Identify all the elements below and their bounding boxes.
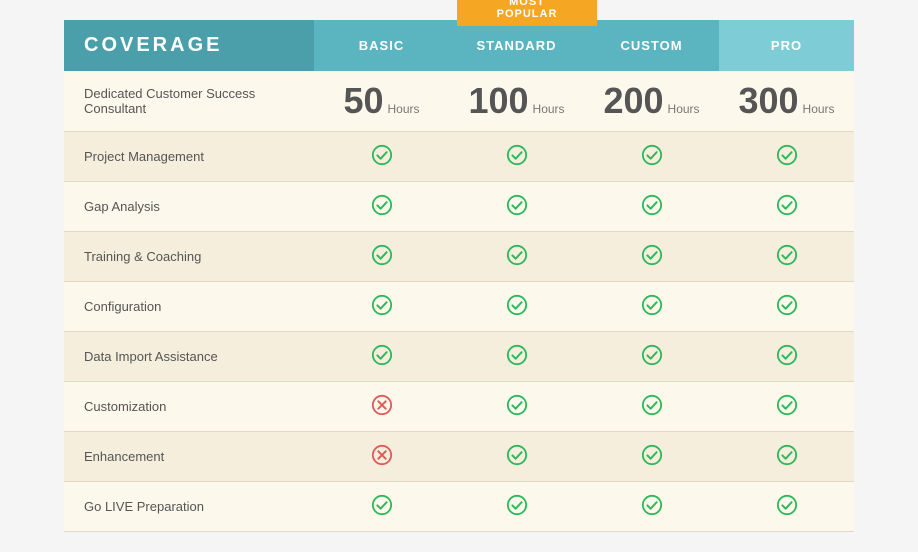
row-7-standard bbox=[449, 482, 584, 532]
table-row: Training & Coaching bbox=[64, 232, 854, 282]
pro-hours-num: 300 bbox=[738, 83, 798, 119]
custom-hours-unit: Hours bbox=[668, 102, 700, 116]
table-row: Go LIVE Preparation bbox=[64, 482, 854, 532]
row-0-pro bbox=[719, 132, 854, 182]
row-0-label: Project Management bbox=[64, 132, 314, 182]
row-1-label: Gap Analysis bbox=[64, 182, 314, 232]
consultant-row: Dedicated Customer Success Consultant 50… bbox=[64, 71, 854, 132]
consultant-pro: 300 Hours bbox=[719, 71, 854, 132]
row-4-pro bbox=[719, 332, 854, 382]
row-2-basic bbox=[314, 232, 449, 282]
row-7-label: Go LIVE Preparation bbox=[64, 482, 314, 532]
custom-hours-num: 200 bbox=[603, 83, 663, 119]
row-5-custom bbox=[584, 382, 719, 432]
row-2-standard bbox=[449, 232, 584, 282]
consultant-label: Dedicated Customer Success Consultant bbox=[64, 71, 314, 132]
basic-hours-unit: Hours bbox=[388, 102, 420, 116]
row-1-standard bbox=[449, 182, 584, 232]
row-2-pro bbox=[719, 232, 854, 282]
row-6-standard bbox=[449, 432, 584, 482]
row-4-label: Data Import Assistance bbox=[64, 332, 314, 382]
custom-header: CUSTOM bbox=[584, 20, 719, 71]
table-row: Project Management bbox=[64, 132, 854, 182]
row-4-standard bbox=[449, 332, 584, 382]
row-2-custom bbox=[584, 232, 719, 282]
coverage-header: COVERAGE bbox=[64, 20, 314, 71]
consultant-standard: 100 Hours bbox=[449, 71, 584, 132]
row-5-pro bbox=[719, 382, 854, 432]
basic-hours-num: 50 bbox=[343, 83, 383, 119]
row-3-label: Configuration bbox=[64, 282, 314, 332]
row-6-pro bbox=[719, 432, 854, 482]
row-6-custom bbox=[584, 432, 719, 482]
comparison-table: MOST POPULAR COVERAGE BASIC STANDARD CUS… bbox=[64, 20, 854, 532]
standard-hours-unit: Hours bbox=[533, 102, 565, 116]
table-row: Configuration bbox=[64, 282, 854, 332]
most-popular-badge: MOST POPULAR bbox=[457, 0, 597, 26]
row-1-pro bbox=[719, 182, 854, 232]
standard-header: STANDARD bbox=[449, 20, 584, 71]
row-6-label: Enhancement bbox=[64, 432, 314, 482]
table-row: Data Import Assistance bbox=[64, 332, 854, 382]
standard-hours-num: 100 bbox=[468, 83, 528, 119]
row-2-label: Training & Coaching bbox=[64, 232, 314, 282]
row-3-pro bbox=[719, 282, 854, 332]
row-7-basic bbox=[314, 482, 449, 532]
basic-header: BASIC bbox=[314, 20, 449, 71]
row-5-label: Customization bbox=[64, 382, 314, 432]
row-4-custom bbox=[584, 332, 719, 382]
row-1-basic bbox=[314, 182, 449, 232]
table-row: Customization bbox=[64, 382, 854, 432]
row-5-basic bbox=[314, 382, 449, 432]
row-3-custom bbox=[584, 282, 719, 332]
row-1-custom bbox=[584, 182, 719, 232]
row-0-custom bbox=[584, 132, 719, 182]
consultant-basic: 50 Hours bbox=[314, 71, 449, 132]
row-0-standard bbox=[449, 132, 584, 182]
table-row: Enhancement bbox=[64, 432, 854, 482]
row-6-basic bbox=[314, 432, 449, 482]
row-7-pro bbox=[719, 482, 854, 532]
row-4-basic bbox=[314, 332, 449, 382]
pro-hours-unit: Hours bbox=[803, 102, 835, 116]
row-3-basic bbox=[314, 282, 449, 332]
row-7-custom bbox=[584, 482, 719, 532]
row-0-basic bbox=[314, 132, 449, 182]
consultant-custom: 200 Hours bbox=[584, 71, 719, 132]
row-3-standard bbox=[449, 282, 584, 332]
coverage-title: COVERAGE bbox=[84, 34, 222, 56]
table-row: Gap Analysis bbox=[64, 182, 854, 232]
row-5-standard bbox=[449, 382, 584, 432]
pro-header: PRO bbox=[719, 20, 854, 71]
